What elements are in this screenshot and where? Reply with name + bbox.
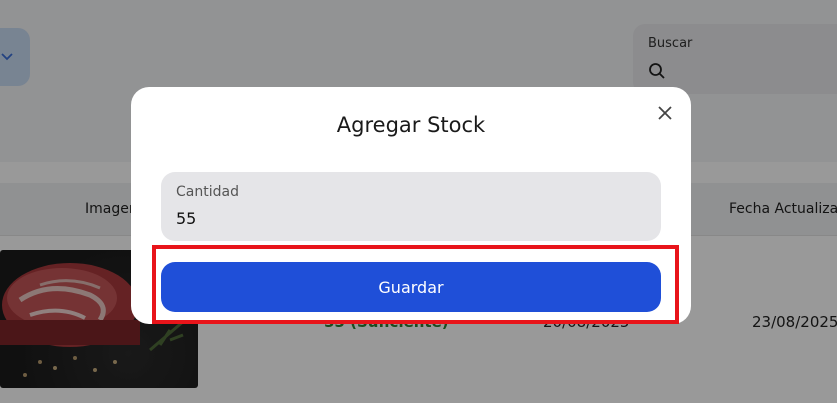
- add-stock-dialog: Agregar Stock Cantidad Guardar: [131, 87, 691, 324]
- dialog-title: Agregar Stock: [336, 113, 486, 137]
- save-button[interactable]: Guardar: [161, 262, 661, 312]
- quantity-input[interactable]: [176, 206, 636, 230]
- quantity-label: Cantidad: [176, 184, 239, 200]
- close-button[interactable]: [655, 103, 675, 123]
- close-icon: [658, 106, 672, 120]
- quantity-field[interactable]: Cantidad: [161, 172, 661, 241]
